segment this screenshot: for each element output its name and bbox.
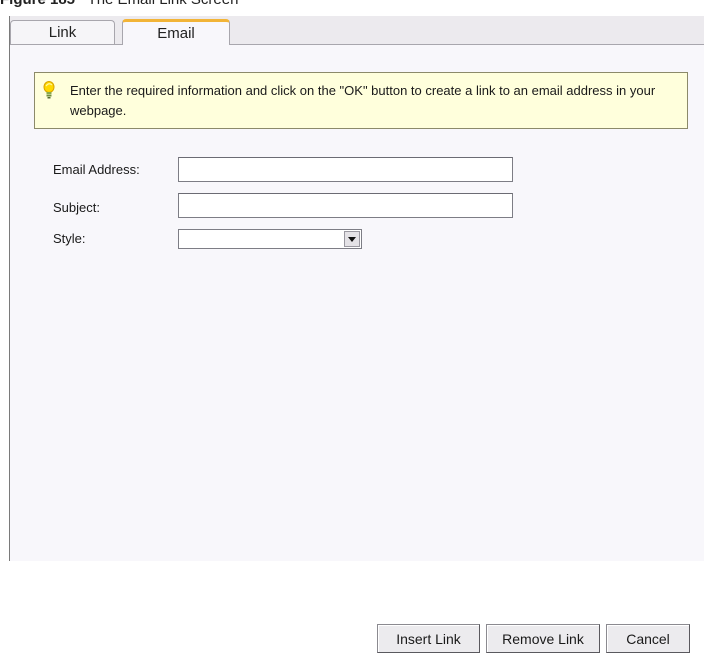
lightbulb-icon — [43, 81, 55, 99]
email-address-label: Email Address: — [53, 162, 140, 177]
tab-link-label: Link — [48, 24, 77, 41]
tab-link[interactable]: Link — [10, 20, 115, 44]
tab-bar: Link Email — [10, 16, 704, 45]
info-message: Enter the required information and click… — [70, 83, 656, 118]
figure-label: Figure 185 — [0, 0, 75, 8]
style-label: Style: — [53, 231, 86, 246]
insert-link-button[interactable]: Insert Link — [377, 624, 480, 653]
subject-input[interactable] — [178, 193, 513, 218]
remove-link-button[interactable]: Remove Link — [486, 624, 600, 653]
figure-title: The Email Link Screen — [88, 0, 239, 8]
style-select[interactable] — [178, 229, 362, 249]
email-address-input[interactable] — [178, 157, 513, 182]
tab-email-label: Email — [157, 25, 195, 42]
info-box: Enter the required information and click… — [34, 72, 688, 129]
tab-email[interactable]: Email — [122, 19, 230, 45]
subject-label: Subject: — [53, 200, 100, 215]
figure-caption: Figure 185 The Email Link Screen — [0, 0, 238, 11]
email-link-panel: Link Email Enter the required informatio… — [9, 16, 704, 653]
dropdown-arrow-icon[interactable] — [344, 231, 360, 247]
cancel-button[interactable]: Cancel — [606, 624, 690, 653]
